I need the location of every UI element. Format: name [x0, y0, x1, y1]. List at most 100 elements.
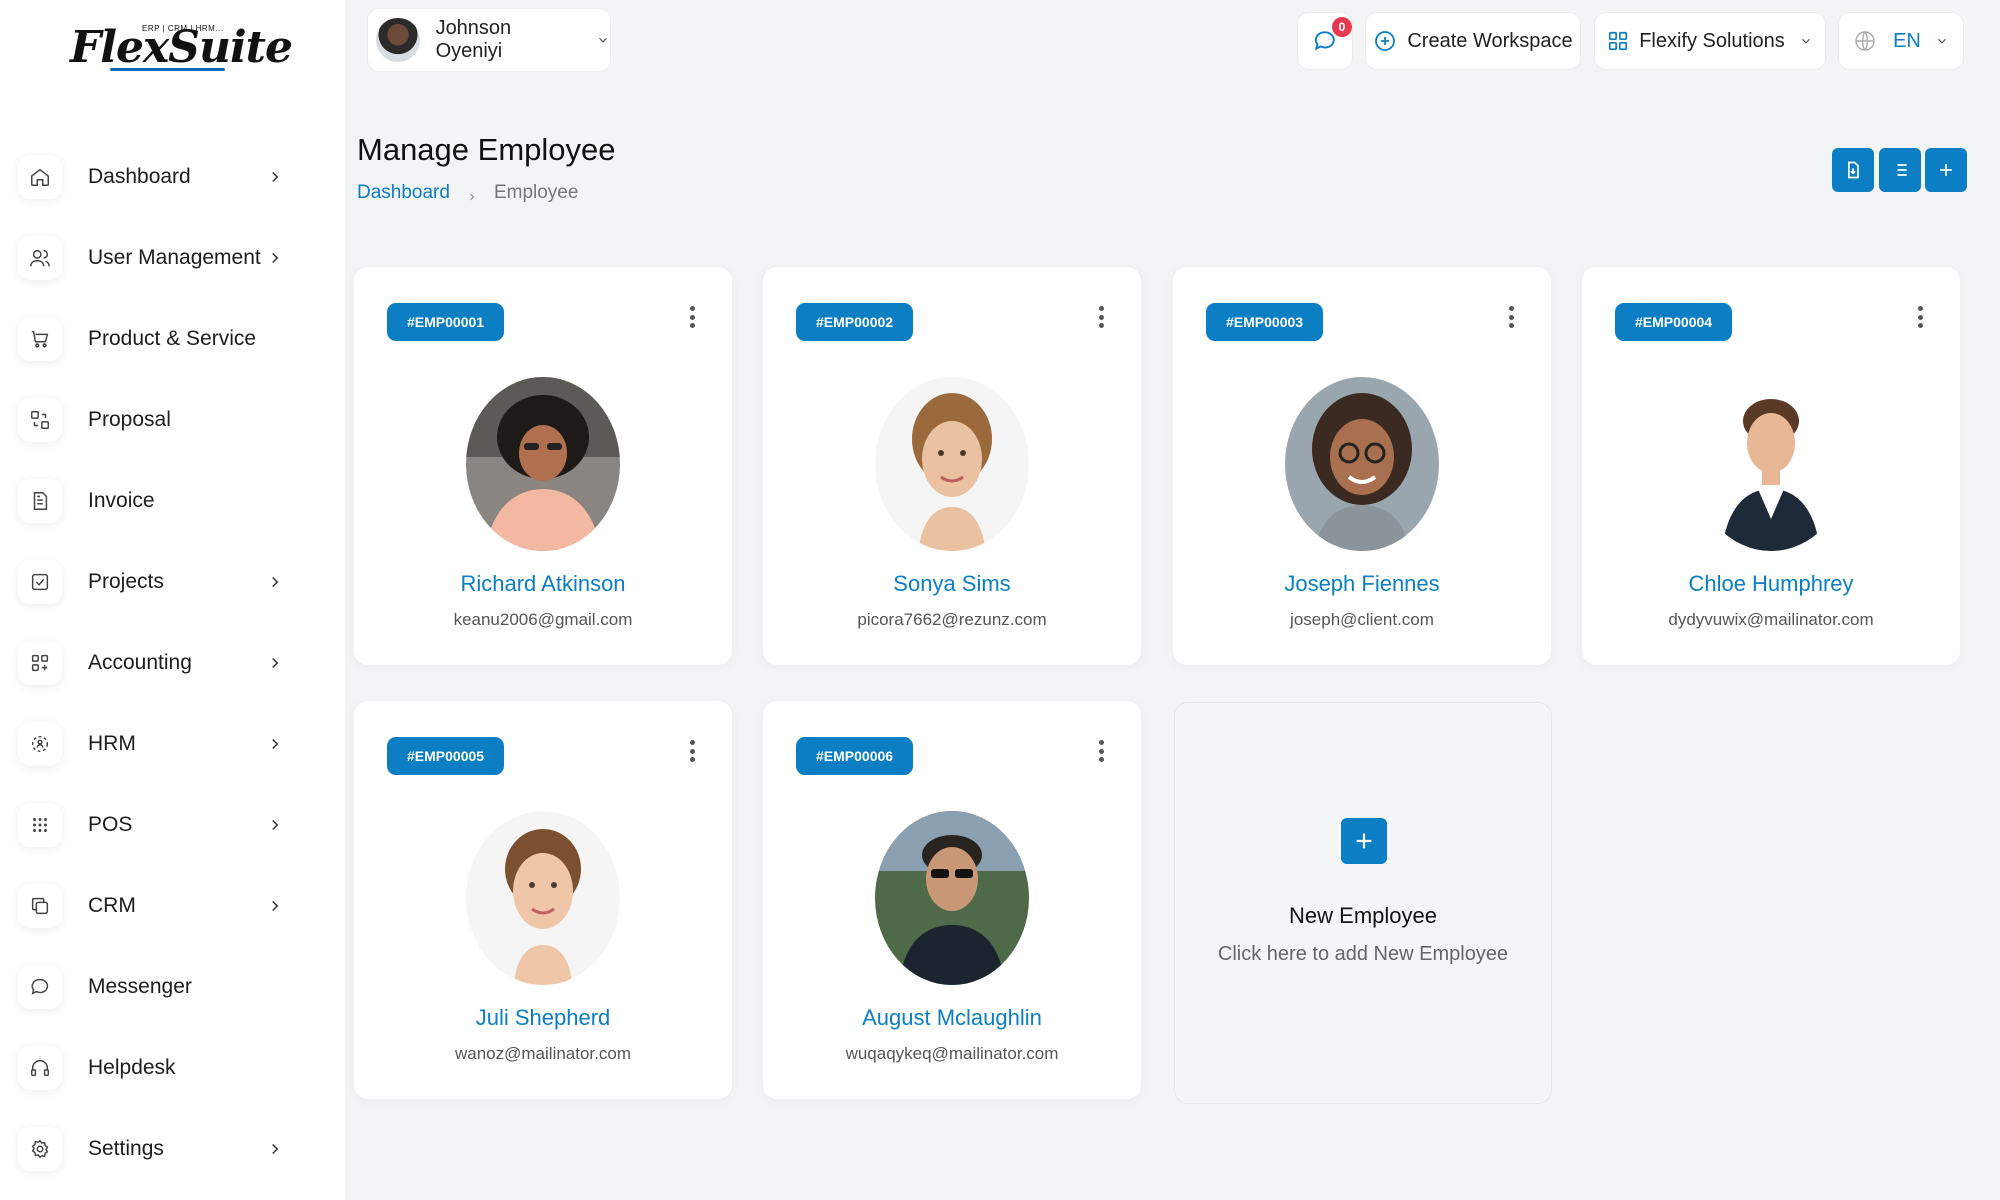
app-logo[interactable]: FlexSuite ERP | CRM | HRM... — [70, 18, 293, 78]
language-label: EN — [1893, 29, 1921, 52]
employee-photo — [466, 811, 620, 985]
employee-name[interactable]: Chloe Humphrey — [1582, 571, 1960, 597]
message-count-badge: 0 — [1332, 17, 1352, 37]
sidebar-item-hrm[interactable]: HRM — [0, 703, 345, 784]
plus-circle-icon — [1375, 31, 1396, 51]
copy-icon — [18, 883, 62, 928]
chevron-right-icon — [266, 1140, 284, 1158]
sidebar-item-label: Product & Service — [88, 326, 257, 350]
sidebar-item-proposal[interactable]: Proposal — [0, 379, 345, 460]
employee-card[interactable]: #EMP00001 Richard Atkinson keanu2006@gma… — [354, 267, 732, 665]
page-title: Manage Employee — [357, 132, 616, 167]
sidebar-item-crm[interactable]: CRM — [0, 865, 345, 946]
message-icon — [18, 964, 62, 1009]
grid-plus-icon — [18, 640, 62, 685]
sidebar: FlexSuite ERP | CRM | HRM... Dashboard U… — [0, 0, 345, 1200]
more-options-icon[interactable] — [1501, 303, 1521, 331]
employee-name[interactable]: Joseph Fiennes — [1173, 571, 1551, 597]
employee-id-badge: #EMP00003 — [1206, 303, 1324, 341]
exchange-icon — [18, 397, 62, 442]
sidebar-item-user-management[interactable]: User Management — [0, 217, 345, 298]
chevron-right-icon — [266, 816, 284, 834]
globe-icon — [1855, 31, 1875, 51]
new-employee-title: New Employee — [1289, 903, 1437, 928]
more-options-icon[interactable] — [682, 737, 702, 765]
employee-photo — [1285, 377, 1439, 551]
sidebar-item-invoice[interactable]: Invoice — [0, 460, 345, 541]
create-workspace-button[interactable]: Create Workspace — [1365, 12, 1581, 70]
user-menu[interactable]: Johnson Oyeniyi — [367, 8, 611, 72]
plus-icon — [1341, 818, 1387, 864]
hrm-icon — [18, 721, 62, 766]
sidebar-item-accounting[interactable]: Accounting — [0, 622, 345, 703]
chevron-right-icon — [466, 187, 478, 201]
create-workspace-label: Create Workspace — [1407, 29, 1573, 52]
employee-photo — [875, 811, 1029, 985]
employee-email: wanoz@mailinator.com — [455, 1044, 631, 1063]
gear-icon — [18, 1126, 62, 1171]
more-options-icon[interactable] — [1091, 737, 1111, 765]
messages-button[interactable]: 0 — [1297, 12, 1353, 70]
sidebar-item-label: CRM — [88, 893, 136, 917]
employee-id-badge: #EMP00004 — [1615, 303, 1733, 341]
language-switcher[interactable]: EN — [1838, 12, 1964, 70]
employee-email: joseph@client.com — [1290, 610, 1434, 629]
employee-photo — [1694, 377, 1848, 551]
chevron-right-icon — [266, 897, 284, 915]
employee-email: wuqaqykeq@mailinator.com — [845, 1044, 1059, 1063]
employee-card[interactable]: #EMP00003 Joseph Fiennes joseph@client.c… — [1173, 267, 1551, 665]
chevron-right-icon — [266, 735, 284, 753]
plus-icon — [1940, 164, 1952, 176]
chevron-right-icon — [266, 168, 284, 186]
sidebar-item-label: Accounting — [88, 650, 192, 674]
employee-card[interactable]: #EMP00004 Chloe Humphrey dydyvuwix@maili… — [1582, 267, 1960, 665]
employee-id-badge: #EMP00001 — [387, 303, 505, 341]
apps-icon — [1609, 31, 1628, 51]
employee-name[interactable]: August Mclaughlin — [763, 1005, 1141, 1031]
company-label: Flexify Solutions — [1639, 29, 1785, 52]
breadcrumb-dashboard-link[interactable]: Dashboard — [357, 182, 450, 204]
sidebar-item-label: Proposal — [88, 407, 171, 431]
employee-id-badge: #EMP00005 — [387, 737, 505, 775]
checkbox-icon — [18, 559, 62, 604]
employee-card[interactable]: #EMP00002 Sonya Sims picora7662@rezunz.c… — [763, 267, 1141, 665]
employee-photo — [466, 377, 620, 551]
dots-grid-icon — [18, 802, 62, 847]
sidebar-item-projects[interactable]: Projects — [0, 541, 345, 622]
logo-underline — [110, 68, 225, 71]
company-switcher[interactable]: Flexify Solutions — [1594, 12, 1826, 70]
employee-card[interactable]: #EMP00006 August Mclaughlin wuqaqykeq@ma… — [763, 701, 1141, 1099]
list-view-button[interactable] — [1879, 148, 1921, 192]
sidebar-item-label: Dashboard — [88, 164, 191, 188]
more-options-icon[interactable] — [1091, 303, 1111, 331]
employee-name[interactable]: Sonya Sims — [763, 571, 1141, 597]
list-icon — [1893, 164, 1907, 176]
employee-name[interactable]: Richard Atkinson — [354, 571, 732, 597]
sidebar-item-label: Messenger — [88, 974, 192, 998]
sidebar-item-helpdesk[interactable]: Helpdesk — [0, 1027, 345, 1108]
employee-id-badge: #EMP00006 — [796, 737, 914, 775]
new-employee-subtitle: Click here to add New Employee — [1217, 943, 1509, 965]
cart-icon — [18, 316, 62, 361]
logo-tagline: ERP | CRM | HRM... — [142, 24, 224, 33]
sidebar-item-settings[interactable]: Settings — [0, 1108, 345, 1189]
sidebar-item-pos[interactable]: POS — [0, 784, 345, 865]
sidebar-item-label: Projects — [88, 569, 164, 593]
chevron-right-icon — [266, 573, 284, 591]
new-employee-card[interactable]: New Employee Click here to add New Emplo… — [1174, 702, 1552, 1104]
sidebar-item-messenger[interactable]: Messenger — [0, 946, 345, 1027]
employee-name[interactable]: Juli Shepherd — [354, 1005, 732, 1031]
employee-photo — [875, 377, 1029, 551]
breadcrumb: Dashboard Employee — [357, 182, 578, 204]
employee-card[interactable]: #EMP00005 Juli Shepherd wanoz@mailinator… — [354, 701, 732, 1099]
sidebar-item-label: Settings — [88, 1136, 164, 1160]
add-employee-button[interactable] — [1925, 148, 1967, 192]
more-options-icon[interactable] — [682, 303, 702, 331]
chevron-right-icon — [266, 249, 284, 267]
sidebar-item-product-service[interactable]: Product & Service — [0, 298, 345, 379]
sidebar-item-dashboard[interactable]: Dashboard — [0, 136, 345, 217]
sidebar-item-label: Invoice — [88, 488, 155, 512]
employee-email: picora7662@rezunz.com — [857, 610, 1047, 629]
import-button[interactable] — [1832, 148, 1874, 192]
more-options-icon[interactable] — [1910, 303, 1930, 331]
